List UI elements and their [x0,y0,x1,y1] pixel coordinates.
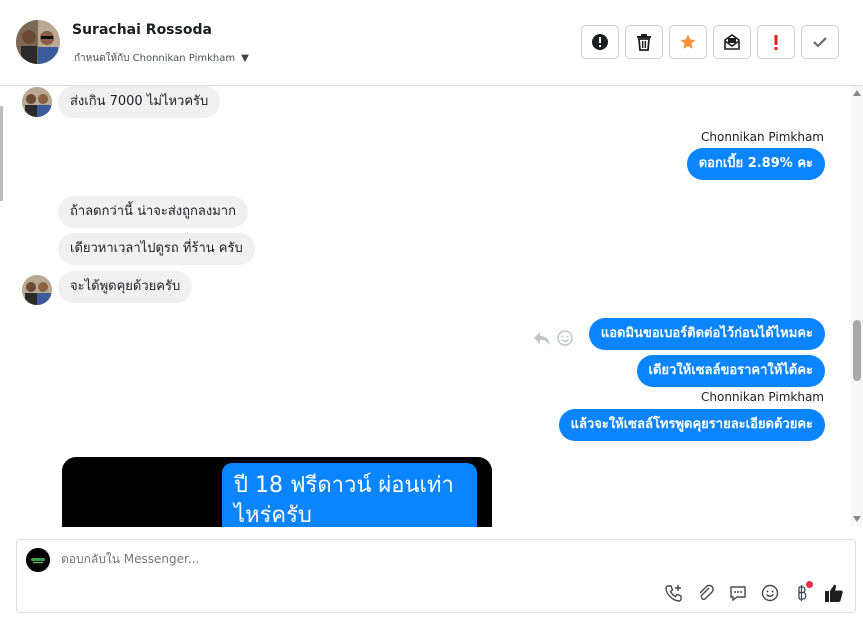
notification-dot [806,581,813,588]
incoming-message[interactable]: จะได้พูดคุยด้วยครับ [58,271,193,303]
reply-icon[interactable] [533,330,551,346]
composer-tools [663,581,845,604]
trash-icon [637,34,651,51]
smiley-icon [761,584,779,602]
sender-name: Chonnikan Pimkham [701,130,824,144]
reply-input[interactable] [61,552,561,566]
emoji-button[interactable] [759,582,781,604]
contact-avatar-small [22,87,52,117]
inbox-conversation: Surachai Rossoda กำหนดให้กับ Chonnikan P… [0,0,863,622]
mark-spam-button[interactable] [581,25,619,59]
call-button[interactable] [663,582,685,604]
image-attachment-text: ปี 18 ฟรีดาวน์ ผ่อนเท่าไหร่ครับ [222,463,477,527]
incoming-message[interactable]: ถ้าลดกว่านี้ น่าจะส่งถูกลงมาก [58,196,248,228]
flag-important-button[interactable] [757,25,795,59]
conversation-header: Surachai Rossoda กำหนดให้กับ Chonnikan P… [0,0,863,86]
scroll-up-arrow-icon[interactable] [853,90,861,96]
thumbs-up-icon [825,584,843,602]
like-button[interactable] [823,582,845,604]
outgoing-message[interactable]: แล้วจะให้เซลล์โทรพูดคุยรายละเอียดด้วยคะ [558,409,825,441]
outgoing-message[interactable]: เดียวให้เซลล์ขอราคาให้ได้คะ [636,355,825,387]
message-thread: ส่งเกิน 7000 ไม่ไหวครับ Chonnikan Pimkha… [0,86,851,527]
outgoing-message[interactable]: ดอกเบี้ย 2.89% คะ [686,148,825,180]
page-avatar [26,548,50,572]
outgoing-message[interactable]: แอดมินขอเบอร์ติดต่อไว้ก่อนได้ไหมคะ [588,318,825,350]
chat-bubble-icon [730,586,746,602]
chevron-down-icon: ▼ [241,53,249,64]
conversation-toolbar [581,25,839,59]
reply-composer [16,539,856,613]
mail-icon [724,34,740,50]
exclamation-icon [774,35,778,50]
contact-name: Surachai Rossoda [72,22,212,38]
incoming-message[interactable]: เดียวหาเวลาไปดูรถ ที่ร้าน ครับ [58,233,255,265]
delete-button[interactable] [625,25,663,59]
image-attachment[interactable]: ปี 18 ฟรีดาวน์ ผ่อนเท่าไหร่ครับ [62,457,492,527]
star-icon [680,34,696,49]
scroll-down-arrow-icon[interactable] [853,516,861,522]
scrollbar-track[interactable] [851,86,863,527]
attach-button[interactable] [695,582,717,604]
contact-avatar[interactable] [16,20,60,64]
scrollbar-thumb[interactable] [853,320,861,381]
check-icon [813,37,827,48]
alert-icon [592,34,608,50]
contact-avatar-small [22,275,52,305]
paperclip-icon [699,584,714,600]
assignee-label: กำหนดให้กับ Chonnikan Pimkham [74,53,236,64]
star-button[interactable] [669,25,707,59]
assignee-dropdown[interactable]: กำหนดให้กับ Chonnikan Pimkham ▼ [74,51,249,66]
incoming-message[interactable]: ส่งเกิน 7000 ไม่ไหวครับ [58,86,221,118]
sender-name: Chonnikan Pimkham [701,390,824,404]
saved-replies-button[interactable] [727,582,749,604]
payment-button[interactable] [791,581,813,604]
mark-unread-button[interactable] [713,25,751,59]
emoji-reaction-icon[interactable] [557,330,573,346]
phone-plus-icon [665,585,682,602]
message-actions [533,330,573,346]
mark-done-button[interactable] [801,25,839,59]
